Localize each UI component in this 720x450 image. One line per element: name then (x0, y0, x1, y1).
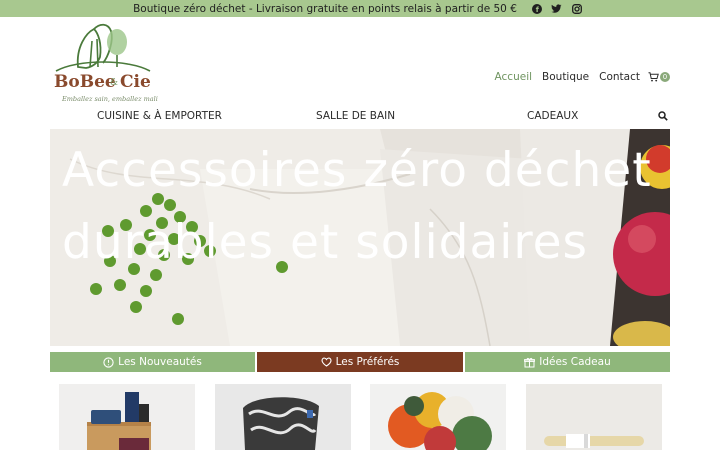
tab-idees-cadeau[interactable]: Idées Cadeau (465, 352, 670, 372)
cart-count-badge: 0 (660, 72, 670, 82)
product-card[interactable] (370, 384, 506, 450)
twitter-icon[interactable] (547, 0, 567, 17)
category-cadeaux[interactable]: CADEAUX (527, 110, 578, 122)
cart-icon (648, 72, 659, 82)
main-nav: Accueil Boutique Contact 0 (485, 71, 670, 83)
hero-title: Accessoires zéro déchet durables et soli… (62, 135, 670, 279)
tab-nouveautes-label: Les Nouveautés (118, 356, 202, 368)
svg-text:Emballez sain, emballez malin: Emballez sain, emballez malin ! (61, 95, 158, 103)
product-card[interactable] (215, 384, 351, 450)
search-icon[interactable] (658, 111, 668, 124)
logo-name: BoBee (54, 72, 116, 92)
nav-accueil[interactable]: Accueil (495, 71, 533, 83)
hero-banner: Accessoires zéro déchet durables et soli… (50, 129, 670, 346)
product-image (59, 384, 195, 450)
clock-icon (103, 356, 114, 368)
nav-contact[interactable]: Contact (599, 71, 640, 83)
heart-icon (321, 357, 332, 367)
product-grid (50, 384, 670, 450)
product-tabs: Les Nouveautés Les Préférés Idées Cadeau (50, 352, 670, 372)
hero-title-line-1: Accessoires zéro déchet (62, 143, 652, 198)
nav-boutique[interactable]: Boutique (542, 71, 589, 83)
site-header: BoBee & Cie Emballez sain, emballez mali… (0, 17, 720, 105)
instagram-icon[interactable] (567, 0, 587, 17)
tab-idees-cadeau-label: Idées Cadeau (539, 356, 611, 368)
product-image (526, 384, 662, 450)
hero-title-line-2: durables et solidaires (62, 215, 589, 270)
product-card[interactable] (59, 384, 195, 450)
gift-icon (524, 357, 536, 367)
product-image (215, 384, 351, 450)
facebook-icon[interactable]: f (527, 0, 547, 17)
cart-button[interactable]: 0 (648, 72, 670, 82)
svg-text:Cie: Cie (120, 72, 151, 92)
product-card[interactable] (526, 384, 662, 450)
site-logo[interactable]: BoBee & Cie Emballez sain, emballez mali… (48, 17, 167, 105)
svg-text:&: & (110, 78, 118, 88)
tab-nouveautes[interactable]: Les Nouveautés (50, 352, 255, 372)
announcement-bar: Boutique zéro déchet - Livraison gratuit… (0, 0, 720, 17)
announcement-text: Boutique zéro déchet - Livraison gratuit… (133, 2, 517, 15)
category-salle-de-bain[interactable]: SALLE DE BAIN (316, 110, 395, 122)
product-image (370, 384, 506, 450)
category-menu: CUISINE & À EMPORTER SALLE DE BAIN CADEA… (50, 108, 670, 125)
tab-preferes[interactable]: Les Préférés (257, 352, 463, 372)
category-cuisine[interactable]: CUISINE & À EMPORTER (97, 110, 222, 122)
tab-preferes-label: Les Préférés (335, 356, 400, 368)
